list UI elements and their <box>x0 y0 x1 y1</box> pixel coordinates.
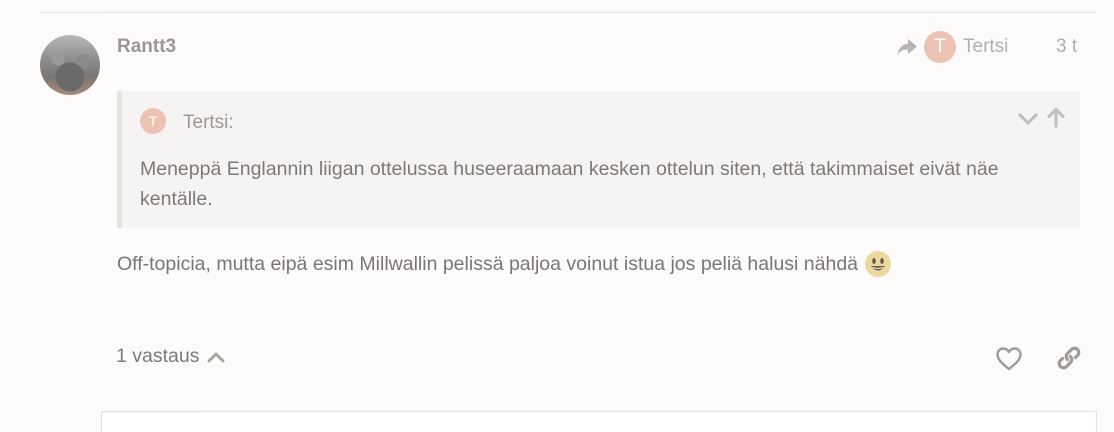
next-post-container <box>101 411 1097 432</box>
post-separator <box>100 12 1096 13</box>
quote-author: Tertsi: <box>183 112 234 133</box>
avatar[interactable] <box>40 35 100 95</box>
username[interactable]: Rantt3 <box>117 36 176 58</box>
quote-text: Meneppä Englannin liigan ottelussa husee… <box>140 158 999 210</box>
quote-avatar: T <box>140 108 166 134</box>
reply-to-tab[interactable]: T Tertsi <box>896 31 1009 63</box>
post-text: Off-topicia, mutta eipä esim Millwallin … <box>117 252 859 275</box>
quote-block: T Tertsi: Meneppä Englannin liigan ottel… <box>117 91 1080 228</box>
share-icon <box>897 39 917 55</box>
arrow-up-icon[interactable] <box>1045 106 1067 128</box>
smiley-icon <box>865 251 892 277</box>
replies-label: 1 vastaus <box>116 345 200 367</box>
link-icon[interactable] <box>1055 344 1083 372</box>
next-post-edge <box>102 412 200 413</box>
heart-icon[interactable] <box>995 345 1023 373</box>
post-body: Off-topicia, mutta eipä esim Millwallin … <box>117 250 892 278</box>
reply-to-name: Tertsi <box>963 36 1009 57</box>
chevron-up-icon <box>207 352 225 362</box>
chevron-down-icon[interactable] <box>1017 108 1039 130</box>
reply-to-avatar: T <box>924 31 956 63</box>
replies-toggle[interactable]: 1 vastaus <box>116 345 225 368</box>
post-date[interactable]: 3 t <box>1056 36 1077 58</box>
